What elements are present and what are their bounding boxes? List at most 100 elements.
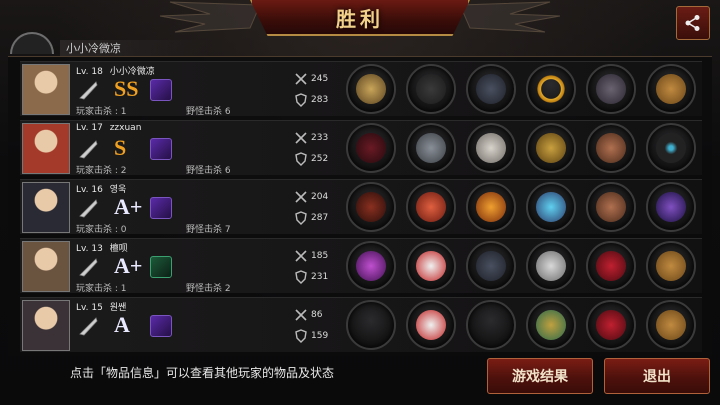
player-results-list[interactable]: Lv. 18 小小冷微凉 SS 玩家击杀 : 1 野怪击杀 6 245 283 [8, 56, 712, 356]
equipment-item-ring[interactable] [526, 64, 576, 114]
share-icon [685, 15, 700, 31]
equipment-item-heels[interactable] [586, 300, 636, 350]
mob-kills: 野怪击杀 6 [186, 166, 231, 176]
player-kills: 玩家击杀 : 2 [76, 166, 127, 176]
player-kills: 玩家击杀 : 0 [76, 225, 127, 235]
equipment-item-shield[interactable] [526, 123, 576, 173]
bat-icon [79, 317, 98, 336]
equipment-item-staff[interactable] [346, 241, 396, 291]
page-title: 胜利 [336, 6, 384, 31]
player-stats: 245 283 [294, 68, 344, 110]
skill-icon[interactable] [150, 256, 172, 278]
equipment-slots [346, 300, 706, 350]
self-name: 小小冷微凉 [60, 40, 210, 56]
player-row[interactable]: Lv. 15 원쌘 A 86 159 [20, 297, 702, 352]
equipment-item-flame-armor[interactable] [466, 182, 516, 232]
defense-value: 283 [311, 94, 329, 105]
game-result-button[interactable]: 游戏结果 [487, 358, 593, 394]
defense-shield-icon [295, 151, 307, 166]
attack-swords-icon [295, 249, 307, 262]
attack-swords-icon [295, 72, 307, 85]
defense-value: 287 [311, 212, 329, 223]
exit-button[interactable]: 退出 [604, 358, 710, 394]
share-button[interactable] [676, 6, 710, 40]
equipment-item-crate[interactable] [646, 64, 696, 114]
equipment-item-bracer[interactable] [586, 123, 636, 173]
equipment-item-spear[interactable] [346, 182, 396, 232]
attack-value: 245 [311, 73, 329, 84]
defense-value: 159 [311, 330, 329, 341]
grade-badge: SS [114, 76, 139, 101]
equipment-item-helmet-red[interactable] [406, 182, 456, 232]
defense-shield-icon [295, 328, 307, 343]
equipment-item-crate[interactable] [646, 241, 696, 291]
player-stats: 233 252 [294, 127, 344, 169]
equipment-item-armor-white[interactable] [466, 123, 516, 173]
defense-shield-icon [295, 269, 307, 284]
attack-swords-icon [295, 131, 307, 144]
equipment-item-helmet[interactable] [406, 123, 456, 173]
player-row[interactable]: Lv. 13 檀呗 A+ 玩家击杀 : 1 野怪击杀 2 185 231 [20, 238, 702, 294]
player-level: Lv. 16 [76, 185, 103, 195]
grade-badge: S [114, 135, 127, 160]
equipment-item-bomb[interactable] [406, 64, 456, 114]
grade-badge: A+ [114, 194, 143, 219]
equipment-item-bracelet[interactable] [526, 300, 576, 350]
defense-shield-icon [295, 92, 307, 107]
equipment-item-necklace[interactable] [646, 123, 696, 173]
mob-kills: 野怪击杀 6 [186, 107, 231, 117]
equipment-slots [346, 182, 706, 232]
player-portrait[interactable] [22, 64, 70, 115]
grade-badge: A [114, 312, 130, 337]
player-portrait[interactable] [22, 300, 70, 351]
equipment-item-armor[interactable] [466, 64, 516, 114]
equipment-slots [346, 241, 706, 291]
equipment-item-helmet-white[interactable] [406, 241, 456, 291]
bat-icon [79, 258, 98, 277]
player-portrait[interactable] [22, 182, 70, 233]
mob-kills: 野怪击杀 7 [186, 225, 231, 235]
equipment-item-heels[interactable] [586, 241, 636, 291]
equipment-item-bracer[interactable] [586, 182, 636, 232]
equipment-item-boots[interactable] [586, 64, 636, 114]
player-kills: 玩家击杀 : 1 [76, 284, 127, 294]
equipment-item-empty[interactable] [466, 300, 516, 350]
player-row[interactable]: Lv. 16 영욱 A+ 玩家击杀 : 0 野怪击杀 7 204 287 [20, 179, 702, 235]
skill-icon[interactable] [150, 197, 172, 219]
cleaver-icon [79, 199, 98, 218]
equipment-item-crossbow[interactable] [346, 123, 396, 173]
player-portrait[interactable] [22, 123, 70, 174]
skill-icon[interactable] [150, 138, 172, 160]
skill-icon[interactable] [150, 79, 172, 101]
attack-swords-icon [295, 308, 307, 321]
player-row[interactable]: Lv. 17 zzxuan S 玩家击杀 : 2 野怪击杀 6 233 252 [20, 120, 702, 176]
equipment-item-galaxy[interactable] [646, 182, 696, 232]
sickle-icon [79, 140, 98, 159]
skill-icon[interactable] [150, 315, 172, 337]
attack-swords-icon [295, 190, 307, 203]
fist-icon [79, 81, 98, 100]
equipment-item-armor[interactable] [466, 241, 516, 291]
player-level: Lv. 13 [76, 244, 103, 254]
right-wing-ornament [460, 1, 561, 33]
equipment-item-crate[interactable] [646, 300, 696, 350]
player-stats: 185 231 [294, 245, 344, 287]
attack-value: 185 [311, 250, 329, 261]
attack-value: 204 [311, 191, 329, 202]
defense-value: 231 [311, 271, 329, 282]
grade-badge: A+ [114, 253, 143, 278]
equipment-item-gauntlet[interactable] [346, 64, 396, 114]
equipment-slots [346, 123, 706, 173]
player-portrait[interactable] [22, 241, 70, 292]
equipment-item-disc[interactable] [526, 241, 576, 291]
victory-banner: 胜利 [250, 0, 470, 36]
player-row[interactable]: Lv. 18 小小冷微凉 SS 玩家击杀 : 1 野怪击杀 6 245 283 [20, 61, 702, 117]
defense-value: 252 [311, 153, 329, 164]
equipment-item-gem-staff[interactable] [526, 182, 576, 232]
defense-shield-icon [295, 210, 307, 225]
player-level: Lv. 18 [76, 67, 103, 77]
equipment-item-helmet-white[interactable] [406, 300, 456, 350]
left-wing-ornament [159, 1, 260, 33]
equipment-item-empty[interactable] [346, 300, 396, 350]
hint-text: 点击「物品信息」可以查看其他玩家的物品及状态 [70, 366, 335, 380]
